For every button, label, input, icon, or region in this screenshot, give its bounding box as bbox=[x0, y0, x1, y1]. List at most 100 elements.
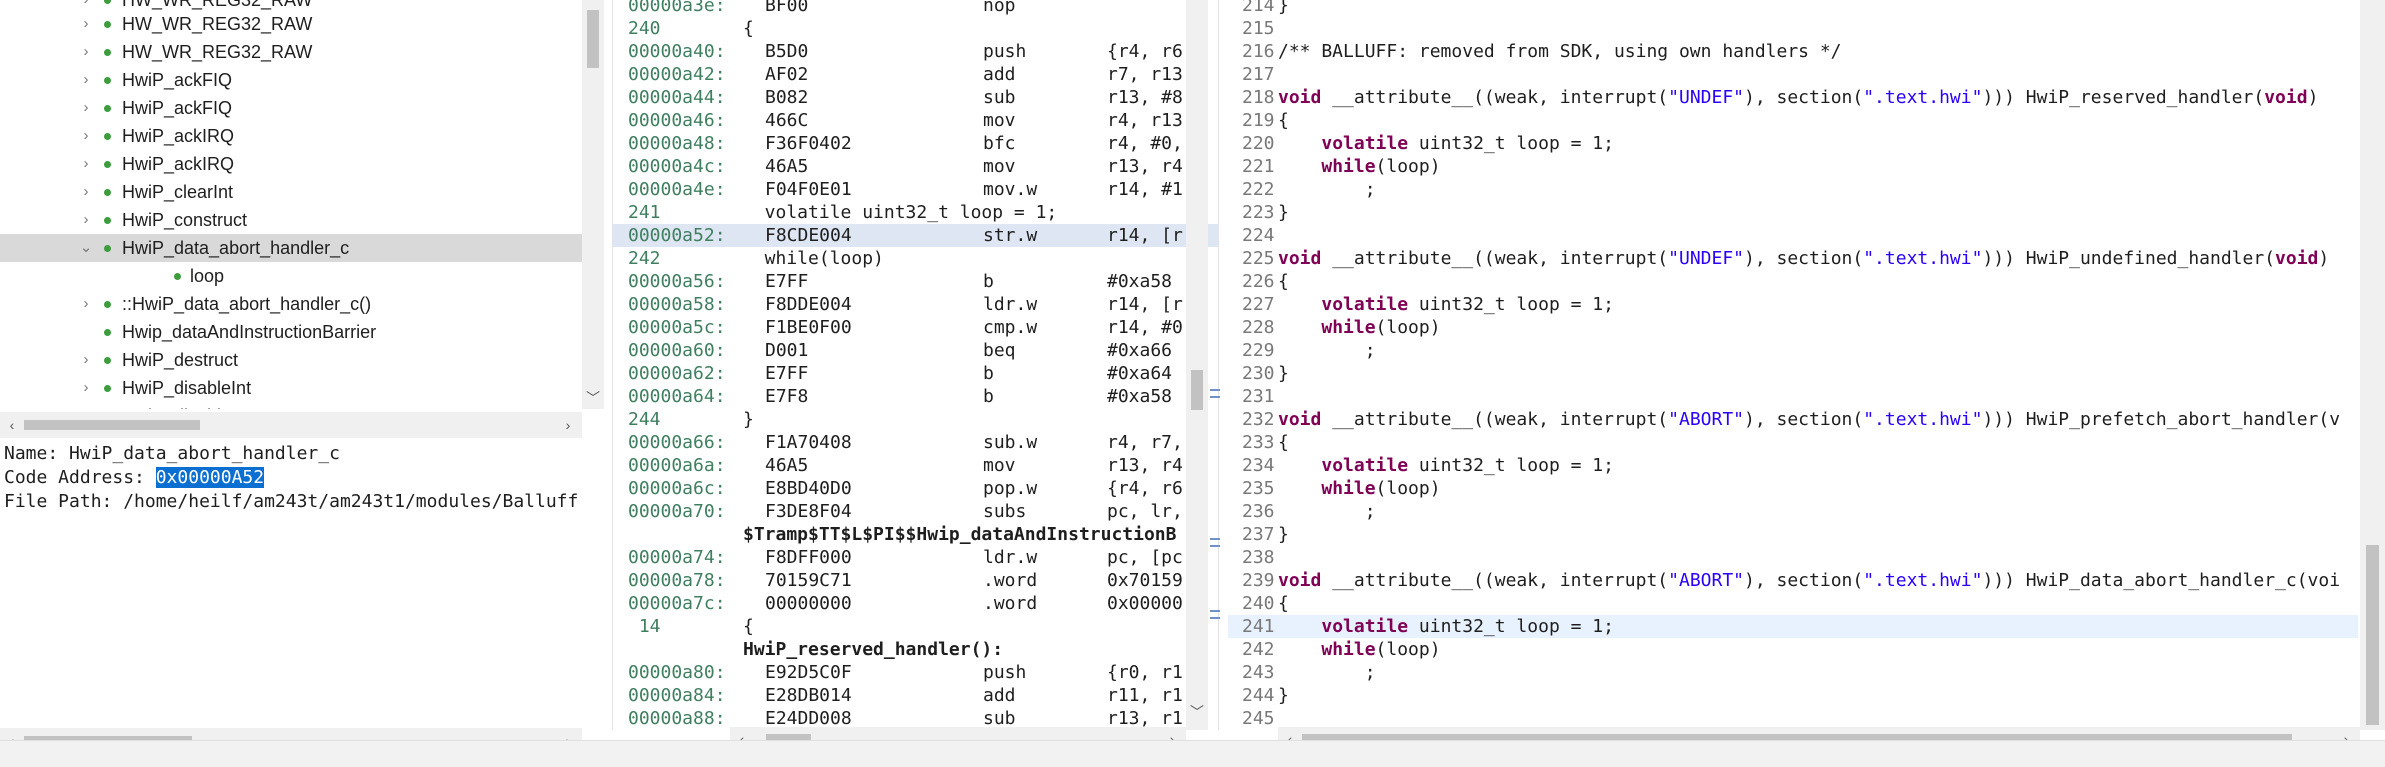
disassembly-row[interactable]: 240 { bbox=[613, 17, 1218, 40]
expand-right-icon[interactable]: › bbox=[78, 178, 94, 206]
source-line[interactable]: 222 ; bbox=[1228, 178, 2358, 201]
source-line[interactable]: 217 bbox=[1228, 63, 2358, 86]
outline-tree-item[interactable]: › HwiP_clearInt bbox=[0, 178, 582, 206]
source-editor[interactable]: 214} 215 216/** BALLUFF: removed from SDK,… bbox=[1228, 0, 2385, 730]
source-line[interactable]: 215 bbox=[1228, 17, 2358, 40]
expand-right-icon[interactable]: › bbox=[78, 38, 94, 66]
disassembly-row[interactable]: 241 volatile uint32_t loop = 1; bbox=[613, 201, 1218, 224]
disassembly-row[interactable]: 14 { bbox=[613, 615, 1218, 638]
source-line[interactable]: 226{ bbox=[1228, 270, 2358, 293]
outline-tree-item[interactable]: › HW_WR_REG32_RAW bbox=[0, 10, 582, 38]
expand-right-icon[interactable]: › bbox=[78, 10, 94, 38]
disassembly-row[interactable]: 00000a4e: F04F0E01 mov.w r14, #1 bbox=[613, 178, 1218, 201]
disassembly-row[interactable]: 00000a60: D001 beq #0xa66 bbox=[613, 339, 1218, 362]
expand-right-icon[interactable]: › bbox=[78, 206, 94, 234]
disassembly-row[interactable]: 00000a4c: 46A5 mov r13, r4 bbox=[613, 155, 1218, 178]
disassembly-row[interactable]: 00000a62: E7FF b #0xa64 bbox=[613, 362, 1218, 385]
outline-tree-item[interactable]: › HwiP_disableInt bbox=[0, 402, 582, 409]
disassembly-row[interactable]: 00000a64: E7F8 b #0xa58 bbox=[613, 385, 1218, 408]
outline-scroll-right-icon[interactable]: › bbox=[558, 415, 578, 435]
disassembly-row[interactable]: 00000a40: B5D0 push {r4, r6 bbox=[613, 40, 1218, 63]
disassembly-row[interactable]: 00000a66: F1A70408 sub.w r4, r7, bbox=[613, 431, 1218, 454]
outline-tree-item[interactable]: ⌄ HwiP_data_abort_handler_c bbox=[0, 234, 582, 262]
source-line[interactable]: 232 void __attribute__((weak, interrupt("… bbox=[1228, 408, 2358, 431]
disassembly-row[interactable]: 00000a58: F8DDE004 ldr.w r14, [r bbox=[613, 293, 1218, 316]
source-line[interactable]: 243 ; bbox=[1228, 661, 2358, 684]
source-line[interactable]: 234 volatile uint32_t loop = 1; bbox=[1228, 454, 2358, 477]
expand-right-icon[interactable]: › bbox=[78, 94, 94, 122]
disassembly-row[interactable]: 00000a44: B082 sub r13, #8 bbox=[613, 86, 1218, 109]
source-line[interactable]: 228 while(loop) bbox=[1228, 316, 2358, 339]
disassembly-row[interactable]: 00000a78: 70159C71 .word 0x70159 bbox=[613, 569, 1218, 592]
source-vscroll-thumb[interactable] bbox=[2366, 545, 2379, 725]
source-line[interactable]: 231 bbox=[1228, 385, 2358, 408]
disassembly-row[interactable]: 00000a7c: 00000000 .word 0x00000 bbox=[613, 592, 1218, 615]
expand-right-icon[interactable]: › bbox=[78, 402, 94, 409]
disassembly-row[interactable]: 00000a80: E92D5C0F push {r0, r1 bbox=[613, 661, 1218, 684]
outline-tree-item[interactable]: › HwiP_ackIRQ bbox=[0, 150, 582, 178]
disassembly-row[interactable]: $Tramp$TT$L$PI$$Hwip_dataAndInstructionB bbox=[613, 523, 1218, 546]
outline-tree-item[interactable]: › HwiP_disableInt bbox=[0, 374, 582, 402]
disassembly-scroll-down-icon[interactable]: ﹀ bbox=[1187, 702, 1207, 722]
source-line[interactable]: 239 void __attribute__((weak, interrupt("… bbox=[1228, 569, 2358, 592]
source-line[interactable]: 214} bbox=[1228, 0, 2358, 17]
outline-tree-item[interactable]: ›::HwiP_data_abort_handler_c() bbox=[0, 290, 582, 318]
source-line[interactable]: 236 ; bbox=[1228, 500, 2358, 523]
expand-right-icon[interactable]: › bbox=[78, 66, 94, 94]
source-line[interactable]: 220 volatile uint32_t loop = 1; bbox=[1228, 132, 2358, 155]
source-line[interactable]: 216/** BALLUFF: removed from SDK, using … bbox=[1228, 40, 2358, 63]
outline-vscroll-thumb[interactable] bbox=[587, 10, 599, 68]
source-line[interactable]: 225 void __attribute__((weak, interrupt("… bbox=[1228, 247, 2358, 270]
overview-marker[interactable] bbox=[1210, 538, 1220, 547]
outline-tree-item[interactable]: › HwiP_ackIRQ bbox=[0, 122, 582, 150]
outline-tree-item[interactable]: loop bbox=[0, 262, 582, 290]
outline-tree[interactable]: ›HW_WR_REG32_RAW›HW_WR_REG32_RAW›HW_WR_R… bbox=[0, 0, 582, 409]
code-address-value[interactable]: 0x00000A52 bbox=[155, 467, 265, 488]
outline-vertical-scrollbar[interactable]: ﹀ bbox=[582, 0, 604, 409]
source-line[interactable]: 240{ bbox=[1228, 592, 2358, 615]
disassembly-row[interactable]: 00000a5c: F1BE0F00 cmp.w r14, #0 bbox=[613, 316, 1218, 339]
expand-right-icon[interactable]: › bbox=[78, 150, 94, 178]
expand-right-icon[interactable]: › bbox=[78, 290, 94, 318]
outline-tree-item[interactable]: › HwiP_ackFIQ bbox=[0, 94, 582, 122]
source-line[interactable]: 230} bbox=[1228, 362, 2358, 385]
outline-tree-item[interactable]: › HwiP_ackFIQ bbox=[0, 66, 582, 94]
expand-right-icon[interactable]: › bbox=[78, 122, 94, 150]
disassembly-row[interactable]: 00000a48: F36F0402 bfc r4, #0, bbox=[613, 132, 1218, 155]
outline-tree-item[interactable]: Hwip_dataAndInstructionBarrier bbox=[0, 318, 582, 346]
expand-down-icon[interactable]: ⌄ bbox=[78, 234, 94, 262]
disassembly-row[interactable]: 244} bbox=[613, 408, 1218, 431]
source-line[interactable]: 224 bbox=[1228, 224, 2358, 247]
outline-hscroll-thumb[interactable] bbox=[24, 420, 200, 430]
source-vertical-scrollbar[interactable] bbox=[2360, 0, 2385, 730]
outline-scroll-left-icon[interactable]: ‹ bbox=[2, 415, 22, 435]
source-line[interactable]: 218 void __attribute__((weak, interrupt("… bbox=[1228, 86, 2358, 109]
source-line[interactable]: 233{ bbox=[1228, 431, 2358, 454]
disassembly-row[interactable]: 00000a6c: E8BD40D0 pop.w {r4, r6 bbox=[613, 477, 1218, 500]
source-line[interactable]: 241 volatile uint32_t loop = 1; bbox=[1228, 615, 2358, 638]
source-line[interactable]: 235 while(loop) bbox=[1228, 477, 2358, 500]
outline-scroll-down-icon[interactable]: ﹀ bbox=[583, 388, 603, 408]
source-line[interactable]: 242 while(loop) bbox=[1228, 638, 2358, 661]
overview-marker[interactable] bbox=[1210, 610, 1220, 619]
source-line[interactable]: 221 while(loop) bbox=[1228, 155, 2358, 178]
outline-horizontal-scrollbar[interactable]: ‹ › bbox=[0, 412, 582, 438]
disassembly-view[interactable]: 00000a3e: BF00 nop 240{00000a40: B5D0 push {r4… bbox=[612, 0, 1219, 730]
source-line[interactable]: 223} bbox=[1228, 201, 2358, 224]
disassembly-row[interactable]: 00000a46: 466C mov r4, r13 bbox=[613, 109, 1218, 132]
outline-tree-item[interactable]: › HwiP_destruct bbox=[0, 346, 582, 374]
disassembly-vertical-scrollbar[interactable]: ﹀ bbox=[1186, 0, 1208, 730]
source-line[interactable]: 219{ bbox=[1228, 109, 2358, 132]
disassembly-row[interactable]: 00000a56: E7FF b #0xa58 bbox=[613, 270, 1218, 293]
disassembly-row[interactable]: 00000a6a: 46A5 mov r13, r4 bbox=[613, 454, 1218, 477]
disassembly-row[interactable]: 00000a70: F3DE8F04 subs pc, lr, bbox=[613, 500, 1218, 523]
disassembly-row[interactable]: 00000a84: E28DB014 add r11, r1 bbox=[613, 684, 1218, 707]
source-line[interactable]: 229 ; bbox=[1228, 339, 2358, 362]
source-line[interactable]: 237} bbox=[1228, 523, 2358, 546]
disassembly-row[interactable]: 00000a42: AF02 add r7, r13 bbox=[613, 63, 1218, 86]
disassembly-row[interactable]: HwiP_reserved_handler(): bbox=[613, 638, 1218, 661]
disassembly-row[interactable]: 242 while(loop) bbox=[613, 247, 1218, 270]
expand-right-icon[interactable]: › bbox=[78, 374, 94, 402]
source-line[interactable]: 227 volatile uint32_t loop = 1; bbox=[1228, 293, 2358, 316]
source-line[interactable]: 244} bbox=[1228, 684, 2358, 707]
